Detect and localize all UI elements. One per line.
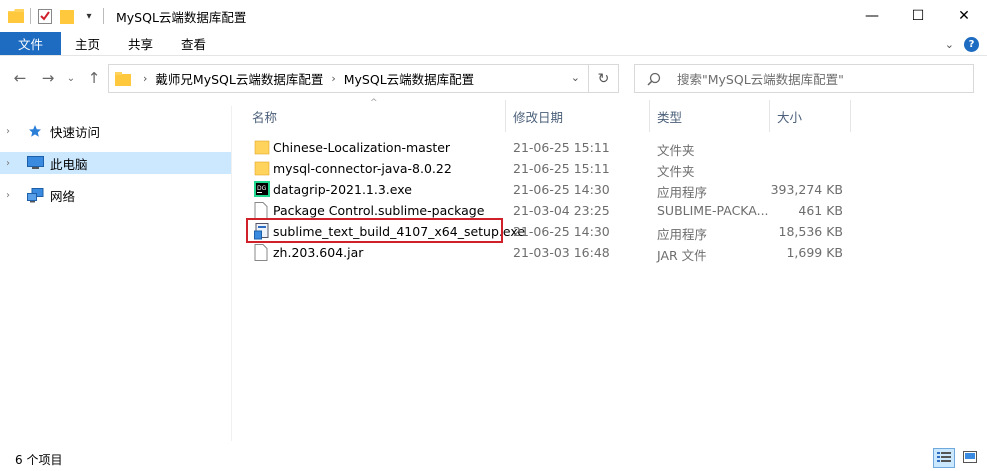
details-view-icon (937, 451, 951, 466)
toolbar-divider (103, 8, 104, 24)
column-divider[interactable] (505, 100, 506, 132)
breadcrumb-item[interactable]: MySQL云端数据库配置 (344, 69, 474, 88)
navigation-pane: › 快速访问 › 此电脑 › 网络 (0, 106, 232, 441)
file-name: zh.203.604.jar (273, 245, 364, 260)
tab-view[interactable]: 查看 (167, 32, 220, 55)
tab-file[interactable]: 文件 (0, 32, 62, 55)
folder-icon (254, 139, 270, 156)
window-title: MySQL云端数据库配置 (116, 9, 247, 25)
file-icon (254, 244, 270, 261)
nav-item-network[interactable]: › 网络 (0, 184, 231, 206)
search-icon (647, 72, 667, 86)
folder-icon (254, 160, 270, 177)
file-type: 应用程序 (657, 185, 708, 200)
details-view-button[interactable] (933, 448, 955, 468)
file-date: 21-06-25 14:30 (513, 224, 610, 239)
nav-item-quick-access[interactable]: › 快速访问 (0, 120, 231, 142)
up-arrow-icon[interactable]: ↑ (84, 68, 104, 88)
folder-icon[interactable] (8, 8, 24, 24)
network-icon (26, 187, 44, 203)
expand-ribbon-icon[interactable]: ⌄ (945, 38, 954, 51)
large-icons-view-icon (963, 450, 977, 466)
ribbon-tabs: 文件 主页 共享 查看 ⌄ ? (0, 32, 987, 56)
column-divider[interactable] (769, 100, 770, 132)
file-type: 文件夹 (657, 164, 695, 179)
file-type: SUBLIME-PACKA... (657, 203, 769, 218)
refresh-button[interactable]: ↻ (589, 64, 619, 93)
file-type: JAR 文件 (657, 248, 707, 263)
refresh-icon: ↻ (597, 70, 610, 87)
chevron-right-icon[interactable]: › (6, 126, 20, 137)
computer-icon (26, 155, 44, 171)
list-item[interactable]: Chinese-Localization-master 21-06-25 15:… (246, 137, 866, 158)
status-bar: 6 个项目 (0, 448, 987, 471)
highlight-box (246, 218, 503, 243)
file-date: 21-06-25 15:11 (513, 140, 610, 155)
nav-item-this-pc[interactable]: › 此电脑 (0, 152, 231, 174)
chevron-right-icon[interactable]: › (143, 72, 147, 85)
file-size: 393,274 KB (770, 182, 843, 197)
file-date: 21-03-04 23:25 (513, 203, 610, 218)
file-date: 21-06-25 15:11 (513, 161, 610, 176)
file-date: 21-03-03 16:48 (513, 245, 610, 260)
address-bar[interactable]: › 戴师兄MySQL云端数据库配置 › MySQL云端数据库配置 ⌄ (108, 64, 589, 93)
nav-item-label: 网络 (50, 188, 76, 204)
back-arrow-icon[interactable]: ← (10, 68, 30, 88)
list-item[interactable]: zh.203.604.jar 21-03-03 16:48 JAR 文件 1,6… (246, 242, 866, 263)
list-item[interactable]: DG datagrip-2021.1.3.exe 21-06-25 14:30 … (246, 179, 866, 200)
file-icon (254, 202, 270, 219)
column-header-date[interactable]: 修改日期 (513, 100, 563, 132)
file-size: 461 KB (798, 203, 843, 218)
breadcrumb: › 戴师兄MySQL云端数据库配置 › MySQL云端数据库配置 (135, 69, 474, 88)
item-count: 6 个项目 (15, 453, 63, 467)
tab-home[interactable]: 主页 (61, 32, 114, 55)
chevron-right-icon[interactable]: › (6, 190, 20, 201)
chevron-right-icon[interactable]: › (331, 72, 335, 85)
breadcrumb-item[interactable]: 戴师兄MySQL云端数据库配置 (155, 69, 323, 88)
file-name: Chinese-Localization-master (273, 140, 451, 155)
maximize-button[interactable]: ☐ (895, 0, 941, 32)
column-divider[interactable] (850, 100, 851, 132)
toolbar-divider (30, 8, 31, 24)
file-date: 21-06-25 14:30 (513, 182, 610, 197)
search-input[interactable]: 搜索"MySQL云端数据库配置" (677, 69, 844, 88)
forward-arrow-icon[interactable]: → (38, 68, 58, 88)
file-name: mysql-connector-java-8.0.22 (273, 161, 452, 176)
address-row: ← → ⌄ ↑ › 戴师兄MySQL云端数据库配置 › MySQL云端数据库配置… (0, 58, 987, 98)
chevron-right-icon[interactable]: › (6, 158, 20, 169)
folder-icon (115, 71, 131, 86)
star-icon (26, 123, 44, 139)
file-size: 1,699 KB (786, 245, 843, 260)
nav-item-label: 快速访问 (50, 124, 101, 140)
column-header-name[interactable]: 名称 (252, 100, 277, 132)
svg-text:DG: DG (257, 185, 267, 192)
nav-item-label: 此电脑 (50, 156, 88, 172)
column-header-type[interactable]: 类型 (657, 100, 682, 132)
minimize-button[interactable]: — (849, 0, 895, 32)
file-type: 应用程序 (657, 227, 708, 242)
sort-ascending-icon: ^ (370, 98, 378, 108)
column-divider[interactable] (649, 100, 650, 132)
list-item[interactable]: mysql-connector-java-8.0.22 21-06-25 15:… (246, 158, 866, 179)
column-header-size[interactable]: 大小 (777, 100, 802, 132)
datagrip-icon: DG (254, 181, 270, 198)
quick-access-toolbar: ▾ (0, 0, 110, 32)
tab-share[interactable]: 共享 (114, 32, 167, 55)
help-icon[interactable]: ? (964, 36, 979, 52)
new-folder-icon[interactable] (59, 8, 75, 24)
file-size: 18,536 KB (778, 224, 843, 239)
title-bar: ▾ MySQL云端数据库配置 — ☐ ✕ (0, 0, 987, 32)
search-box[interactable]: 搜索"MySQL云端数据库配置" (634, 64, 974, 93)
properties-icon[interactable] (37, 8, 53, 24)
customize-toolbar-icon[interactable]: ▾ (81, 8, 97, 24)
file-type: 文件夹 (657, 143, 695, 158)
large-icons-view-button[interactable] (959, 448, 981, 468)
recent-locations-icon[interactable]: ⌄ (64, 68, 78, 88)
close-button[interactable]: ✕ (941, 0, 987, 32)
chevron-down-icon[interactable]: ⌄ (571, 71, 580, 84)
file-name: datagrip-2021.1.3.exe (273, 182, 412, 197)
file-name: Package Control.sublime-package (273, 203, 485, 218)
